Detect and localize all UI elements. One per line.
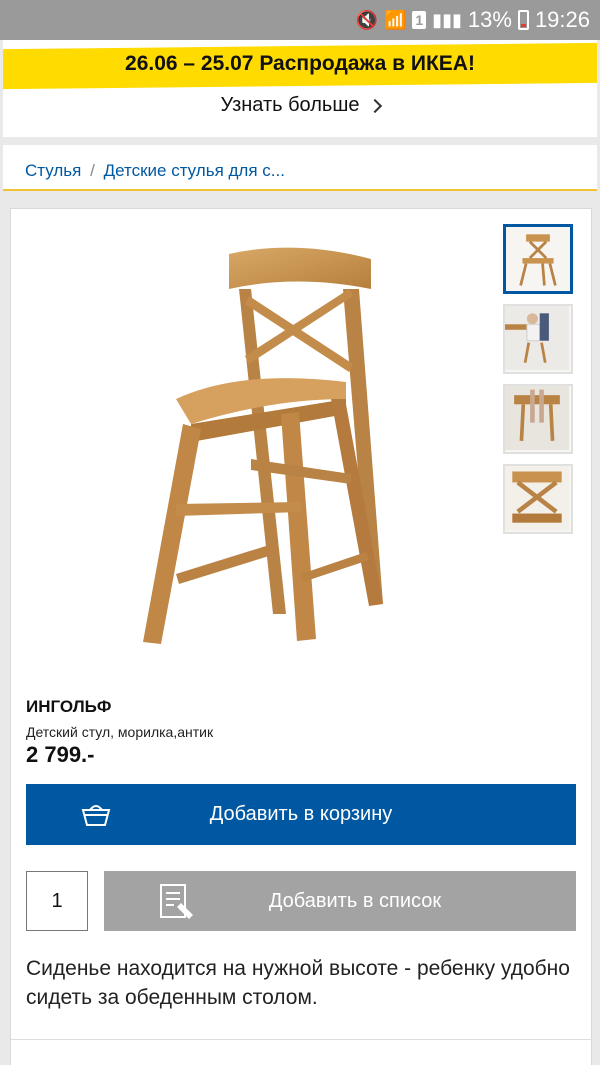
breadcrumb: Стулья / Детские стулья для с...	[3, 145, 597, 191]
promo-learn-more-link[interactable]: Узнать больше	[3, 90, 597, 120]
status-bar: 🔇 📶 1 ▮▮▮ 13% 19:26	[0, 0, 600, 40]
breadcrumb-item-kids-chairs[interactable]: Детские стулья для с...	[104, 161, 285, 180]
battery-icon	[517, 10, 529, 30]
wifi-icon: 📶	[383, 9, 407, 30]
divider	[11, 1039, 593, 1040]
quantity-input[interactable]: 1	[26, 871, 88, 931]
product-description: Детский стул, морилка,антик	[26, 724, 214, 740]
thumbnail-chair-front[interactable]	[503, 224, 573, 294]
thumbnail-chair-back[interactable]	[503, 464, 573, 534]
add-to-list-label: Добавить в список	[268, 889, 442, 912]
breadcrumb-separator: /	[90, 161, 95, 180]
signal-icon: ▮▮▮	[432, 9, 462, 30]
add-to-list-button[interactable]: Добавить в список	[104, 871, 576, 931]
product-body-text: Сиденье находится на нужной высоте - реб…	[26, 957, 570, 1009]
battery-percent: 13%	[467, 7, 512, 32]
mute-icon: 🔇	[355, 9, 378, 30]
clock: 19:26	[534, 7, 590, 32]
product-card: ИНГОЛЬФ Детский стул, морилка,антик 2 79…	[10, 208, 593, 1065]
product-name: ИНГОЛЬФ	[26, 697, 112, 716]
thumbnail-chair-in-use[interactable]	[503, 304, 573, 374]
add-to-cart-button[interactable]: Добавить в корзину	[26, 784, 576, 845]
promo-title: 26.06 – 25.07 Распродажа в ИКЕА!	[125, 52, 475, 75]
thumbnail-chair-legs[interactable]	[503, 384, 573, 454]
breadcrumb-item-chairs[interactable]: Стулья	[25, 161, 81, 180]
product-main-image[interactable]	[121, 234, 401, 664]
promo-learn-more-label: Узнать больше	[220, 93, 360, 116]
promo-banner[interactable]: 26.06 – 25.07 Распродажа в ИКЕА! Узнать …	[3, 40, 597, 137]
chevron-right-icon	[367, 98, 382, 114]
product-price: 2 799.-	[26, 742, 95, 767]
add-to-cart-label: Добавить в корзину	[209, 803, 393, 825]
sim-icon: 1	[412, 11, 427, 29]
thumbnail-list	[503, 224, 577, 544]
